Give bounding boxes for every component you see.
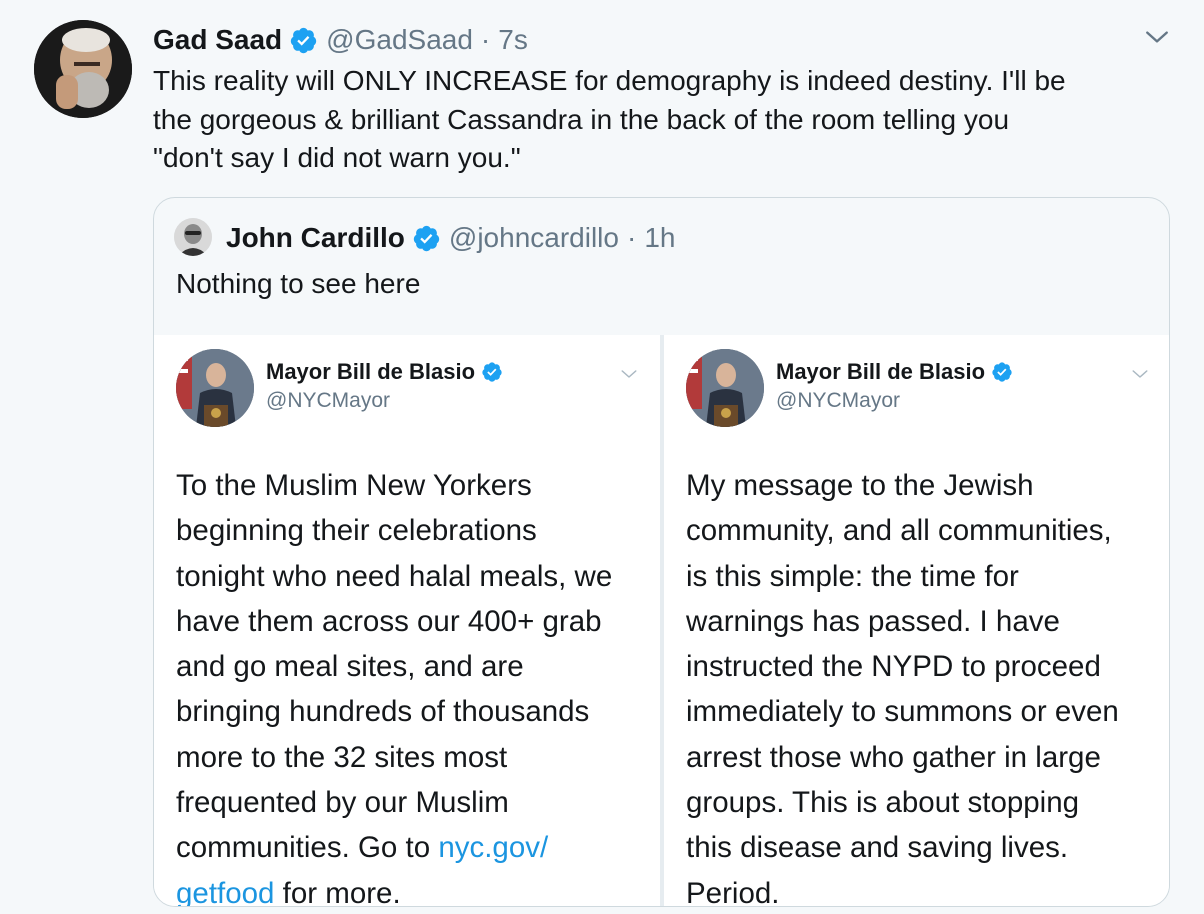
author-name[interactable]: Gad Saad <box>153 24 282 56</box>
text-segment: communities. Go to <box>176 831 439 865</box>
mayor-avatar <box>686 349 764 427</box>
text-line: getfood for more. <box>176 871 646 907</box>
mayor-name: Mayor Bill de Blasio <box>776 359 1013 385</box>
tweet-text-line: "don't say I did not warn you." <box>153 142 521 173</box>
tweet-text-line: This reality will ONLY INCREASE for demo… <box>153 65 1066 96</box>
quoted-author-avatar[interactable] <box>174 218 212 256</box>
text-line: bringing hundreds of thousands <box>176 695 590 729</box>
tweet-text: This reality will ONLY INCREASE for demo… <box>153 62 1173 178</box>
mayor-avatar <box>176 349 254 427</box>
text-line: Period. <box>686 876 780 907</box>
text-segment: for more. <box>274 876 401 907</box>
text-line: To the Muslim New Yorkers <box>176 469 532 502</box>
verified-badge-icon <box>992 362 1012 382</box>
mayor-name-text: Mayor Bill de Blasio <box>266 359 476 384</box>
chevron-down-icon[interactable] <box>1144 24 1170 50</box>
quoted-author-name[interactable]: John Cardillo <box>226 222 405 254</box>
mayor-name: Mayor Bill de Blasio <box>266 359 503 385</box>
link-getfood: getfood <box>176 876 275 907</box>
quoted-tweet-timestamp[interactable]: 1h <box>644 222 675 254</box>
quoted-tweet[interactable]: John Cardillo @johncardillo · 1h Nothing… <box>153 197 1170 907</box>
quoted-tweet-text: Nothing to see here <box>176 268 421 299</box>
text-line: groups. This is about stopping <box>686 786 1080 820</box>
tweet-header: Gad Saad @GadSaad · 7s <box>153 20 528 60</box>
separator-dot: · <box>480 24 491 55</box>
text-line: warnings has passed. I have <box>686 604 1060 638</box>
link-nyc-gov: nyc.gov/ <box>438 831 549 865</box>
text-line: instructed the NYPD to proceed <box>686 650 1101 684</box>
text-line: this disease and saving lives. <box>686 831 1069 865</box>
mayor-tweet-text: To the Muslim New Yorkers beginning thei… <box>176 463 646 907</box>
mayor-handle: @NYCMayor <box>266 389 391 412</box>
media-image-left[interactable]: Mayor Bill de Blasio @NYCMayor To the Mu… <box>154 335 660 907</box>
mayor-name-text: Mayor Bill de Blasio <box>776 359 986 384</box>
mayor-handle: @NYCMayor <box>776 389 901 412</box>
mayor-tweet-text: My message to the Jewish community, and … <box>686 463 1156 907</box>
tweet-timestamp[interactable]: 7s <box>498 24 528 56</box>
chevron-down-icon <box>1132 370 1148 378</box>
quoted-tweet-media[interactable]: Mayor Bill de Blasio @NYCMayor To the Mu… <box>154 335 1169 907</box>
text-line: frequented by our Muslim <box>176 786 509 820</box>
verified-badge-icon <box>482 362 502 382</box>
text-line: beginning their celebrations <box>176 514 537 548</box>
quoted-author-handle[interactable]: @johncardillo <box>449 222 619 254</box>
verified-badge-icon <box>413 225 440 251</box>
text-line: and go meal sites, and are <box>176 650 524 684</box>
text-line: communities. Go to nyc.gov/ <box>176 825 646 870</box>
text-line: more to the 32 sites most <box>176 740 508 774</box>
text-line: community, and all communities, <box>686 514 1112 548</box>
quoted-tweet-header: John Cardillo @johncardillo · 1h <box>226 218 675 258</box>
text-line: My message to the Jewish <box>686 469 1034 502</box>
author-avatar[interactable] <box>34 20 132 118</box>
text-line: immediately to summons or even <box>686 695 1119 729</box>
author-handle[interactable]: @GadSaad <box>326 24 473 56</box>
separator-dot: · <box>626 222 637 253</box>
text-line: tonight who need halal meals, we <box>176 559 613 593</box>
text-line: is this simple: the time for <box>686 559 1019 593</box>
media-image-right[interactable]: Mayor Bill de Blasio @NYCMayor My messag… <box>664 335 1169 907</box>
verified-badge-icon <box>290 27 317 53</box>
text-line: arrest those who gather in large <box>686 740 1101 774</box>
tweet-text-line: the gorgeous & brilliant Cassandra in th… <box>153 103 1010 135</box>
chevron-down-icon <box>621 370 637 378</box>
text-line: have them across our 400+ grab <box>176 604 602 638</box>
